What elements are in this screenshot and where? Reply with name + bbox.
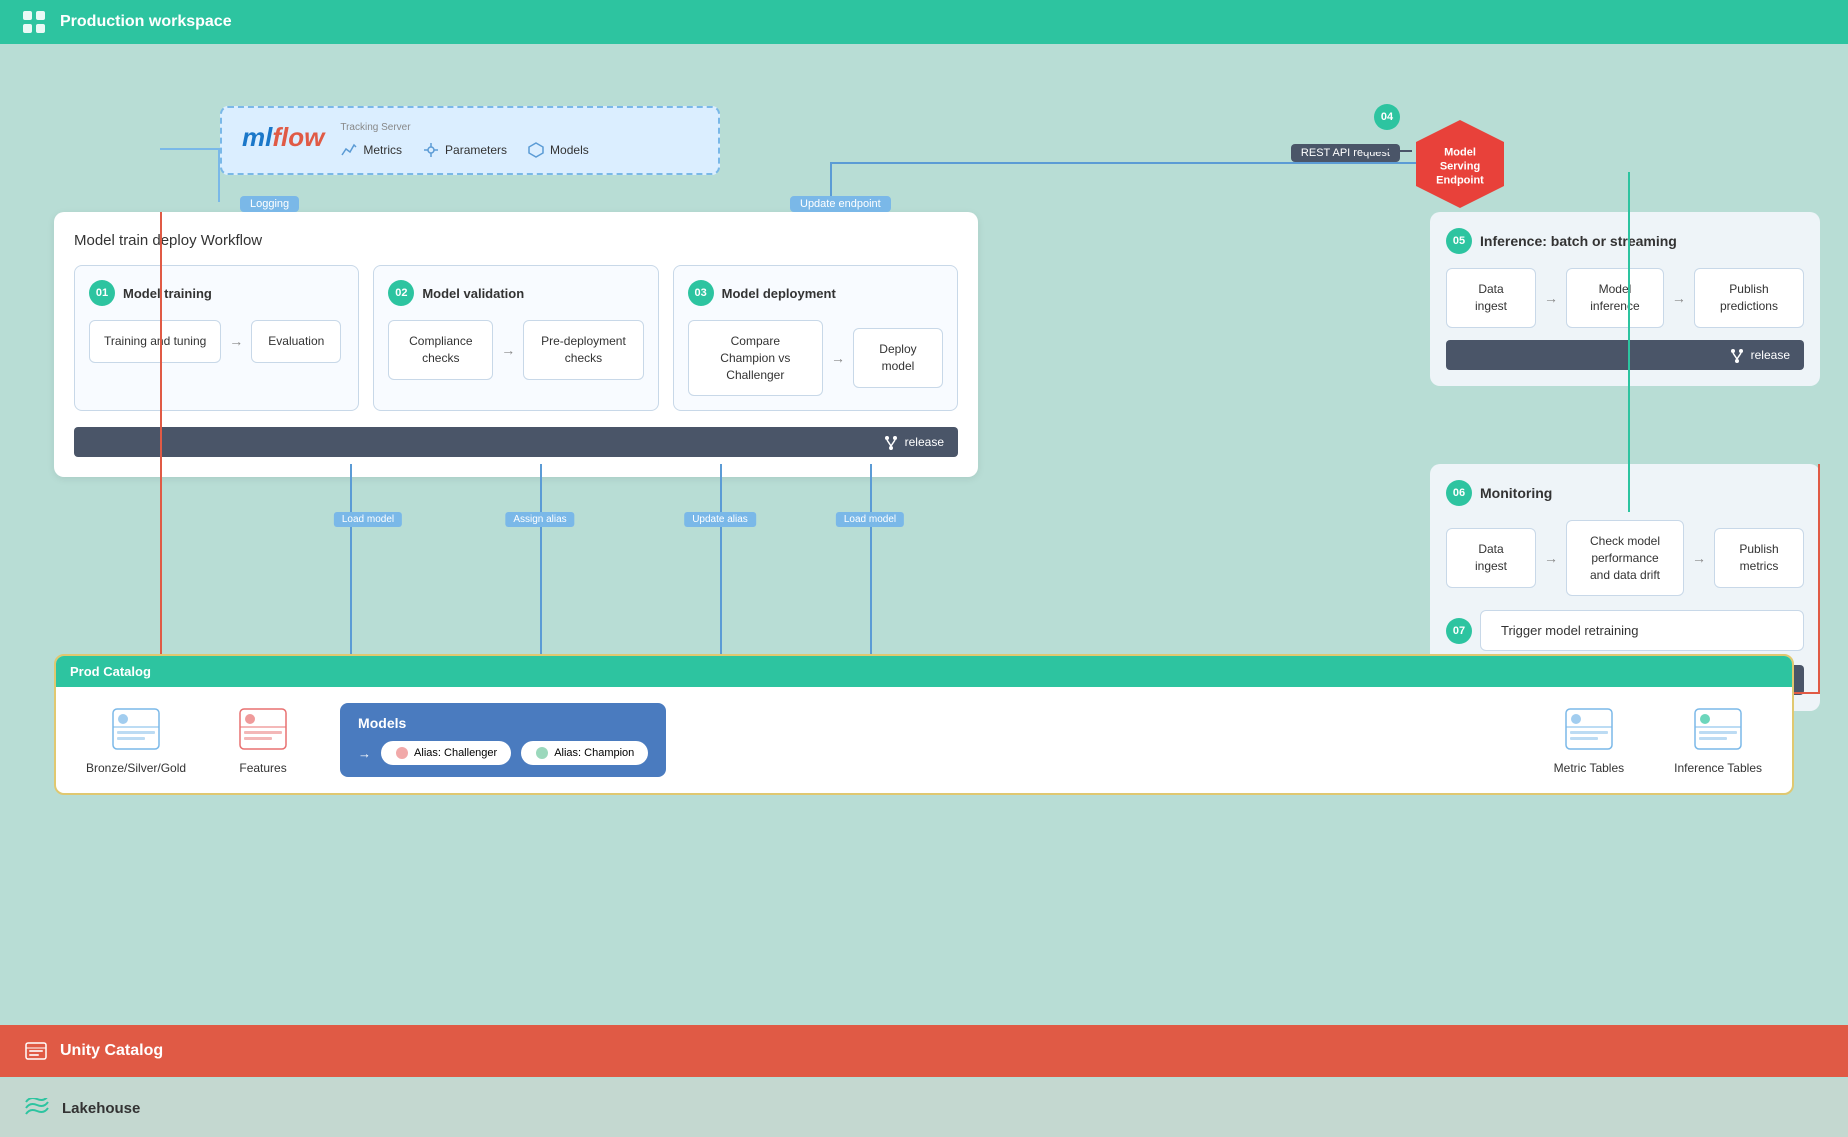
unity-icon (24, 1039, 48, 1063)
compliance-box: Compliance checks (388, 320, 493, 380)
lakehouse-bar: Lakehouse (0, 1079, 1848, 1137)
tracking-parameters: Parameters (422, 141, 507, 159)
model-serving-text: ModelServingEndpoint (1420, 145, 1500, 188)
arrow-m2: → (1692, 550, 1706, 566)
features-icon (236, 705, 290, 753)
challenger-icon (395, 746, 409, 760)
step-01-circle: 01 (89, 280, 115, 306)
step-03-circle: 03 (688, 280, 714, 306)
step-06-circle: 06 (1446, 480, 1472, 506)
rest-arrow (1362, 150, 1412, 152)
metric-tables-icon (1562, 705, 1616, 753)
vline-02 (350, 464, 352, 684)
workflow-section-02: 02 Model validation Compliance checks → … (373, 265, 658, 411)
red-vline-right (1818, 464, 1820, 694)
infer-data-ingest: Data ingest (1446, 268, 1536, 328)
features-label: Features (239, 761, 286, 775)
vline-03a (540, 464, 542, 662)
arrow-3: → (831, 350, 845, 366)
model-inference-box: Model inference (1566, 268, 1664, 328)
tracking-models: Models (527, 141, 589, 159)
publish-metrics-box: Publish metrics (1714, 528, 1804, 588)
green-vline (1628, 172, 1630, 512)
publish-predictions-box: Publish predictions (1694, 268, 1804, 328)
alias-challenger: Alias: Challenger (381, 741, 511, 765)
git-icon-inference (1729, 347, 1745, 363)
deploy-model-box: Deploy model (853, 328, 943, 388)
step-07-circle: 07 (1446, 618, 1472, 644)
workflow-release-bar: release (74, 427, 958, 457)
step-04-circle: 04 (1374, 104, 1400, 130)
bronze-silver-gold-icon (109, 705, 163, 753)
arrow-1: → (229, 333, 243, 349)
inference-tables-icon (1691, 705, 1745, 753)
inference-title: Inference: batch or streaming (1480, 233, 1677, 249)
load-model-badge-1: Load model (334, 512, 402, 527)
champion-icon (535, 746, 549, 760)
lakehouse-icon (24, 1098, 50, 1118)
lakehouse-label: Lakehouse (62, 1100, 140, 1117)
mlflow-arrow (218, 148, 220, 202)
check-model-box: Check model performance and data drift (1566, 520, 1684, 596)
arrow-2: → (501, 342, 515, 358)
vline-deploy (870, 464, 872, 662)
section-01-title: Model training (123, 286, 212, 301)
workflow-section-01: 01 Model training Training and tuning → … (74, 265, 359, 411)
trigger-box: Trigger model retraining (1480, 610, 1804, 651)
arrow-i1: → (1544, 290, 1558, 306)
catalog-bronze-silver-gold: Bronze/Silver/Gold (86, 705, 186, 775)
inference-tables-label: Inference Tables (1674, 761, 1762, 775)
compare-box: Compare Champion vs Challenger (688, 320, 823, 396)
step-02-circle: 02 (388, 280, 414, 306)
step-05-circle: 05 (1446, 228, 1472, 254)
metric-tables-label: Metric Tables (1554, 761, 1624, 775)
workflow-title: Model train deploy Workflow (74, 232, 958, 249)
grid-icon (20, 8, 48, 36)
logging-badge: Logging (240, 196, 299, 212)
load-model-badge-2: Load model (836, 512, 904, 527)
update-endpoint-badge: Update endpoint (790, 196, 891, 212)
catalog-metric-tables: Metric Tables (1554, 705, 1624, 775)
assign-alias-badge: Assign alias (505, 512, 574, 527)
inference-release-bar: release (1446, 340, 1804, 370)
section-02-title: Model validation (422, 286, 524, 301)
mlflow-harrow (160, 148, 220, 150)
arrow-m1: → (1544, 550, 1558, 566)
model-serving-container: ModelServingEndpoint (1412, 116, 1508, 217)
models-title: Models (358, 715, 648, 731)
models-box: Models → Alias: Challenger Alias: Champi… (340, 703, 666, 777)
unity-catalog-bar: Unity Catalog (0, 1025, 1848, 1077)
monitor-data-ingest: Data ingest (1446, 528, 1536, 588)
vline-03b (720, 464, 722, 662)
monitoring-title: Monitoring (1480, 485, 1552, 501)
workflow-section-03: 03 Model deployment Compare Champion vs … (673, 265, 958, 411)
mlflow-box: mlflow Tracking Server Metrics Parameter… (220, 106, 720, 175)
workflow-release-label: release (905, 435, 944, 449)
mlflow-logo: mlflow (242, 122, 324, 153)
section-03-title: Model deployment (722, 286, 836, 301)
pre-deployment-box: Pre-deployment checks (523, 320, 643, 380)
catalog-features: Features (236, 705, 290, 775)
git-icon-workflow (883, 434, 899, 450)
training-tuning-box: Training and tuning (89, 320, 221, 363)
catalog-inference-tables: Inference Tables (1674, 705, 1762, 775)
inference-panel: 05 Inference: batch or streaming Data in… (1430, 212, 1820, 386)
bronze-label: Bronze/Silver/Gold (86, 761, 186, 775)
top-bar: Production workspace (0, 0, 1848, 44)
update-alias-badge: Update alias (684, 512, 756, 527)
workflow-area: Model train deploy Workflow 01 Model tra… (54, 212, 978, 477)
rest-api-badge: REST API request (1291, 144, 1400, 162)
inference-release-label: release (1751, 348, 1790, 362)
unity-label: Unity Catalog (60, 1042, 163, 1060)
catalog-header: Prod Catalog (56, 656, 1792, 687)
catalog-area: Prod Catalog Bronze/Silver/Gold (54, 654, 1794, 795)
red-vline-left (160, 212, 162, 692)
alias-champion: Alias: Champion (521, 741, 648, 765)
update-hline (830, 162, 1450, 164)
tracking-label: Tracking Server (340, 122, 588, 133)
workspace-title: Production workspace (60, 13, 232, 31)
evaluation-box: Evaluation (251, 320, 341, 363)
tracking-metrics: Metrics (340, 141, 402, 159)
arrow-i2: → (1672, 290, 1686, 306)
